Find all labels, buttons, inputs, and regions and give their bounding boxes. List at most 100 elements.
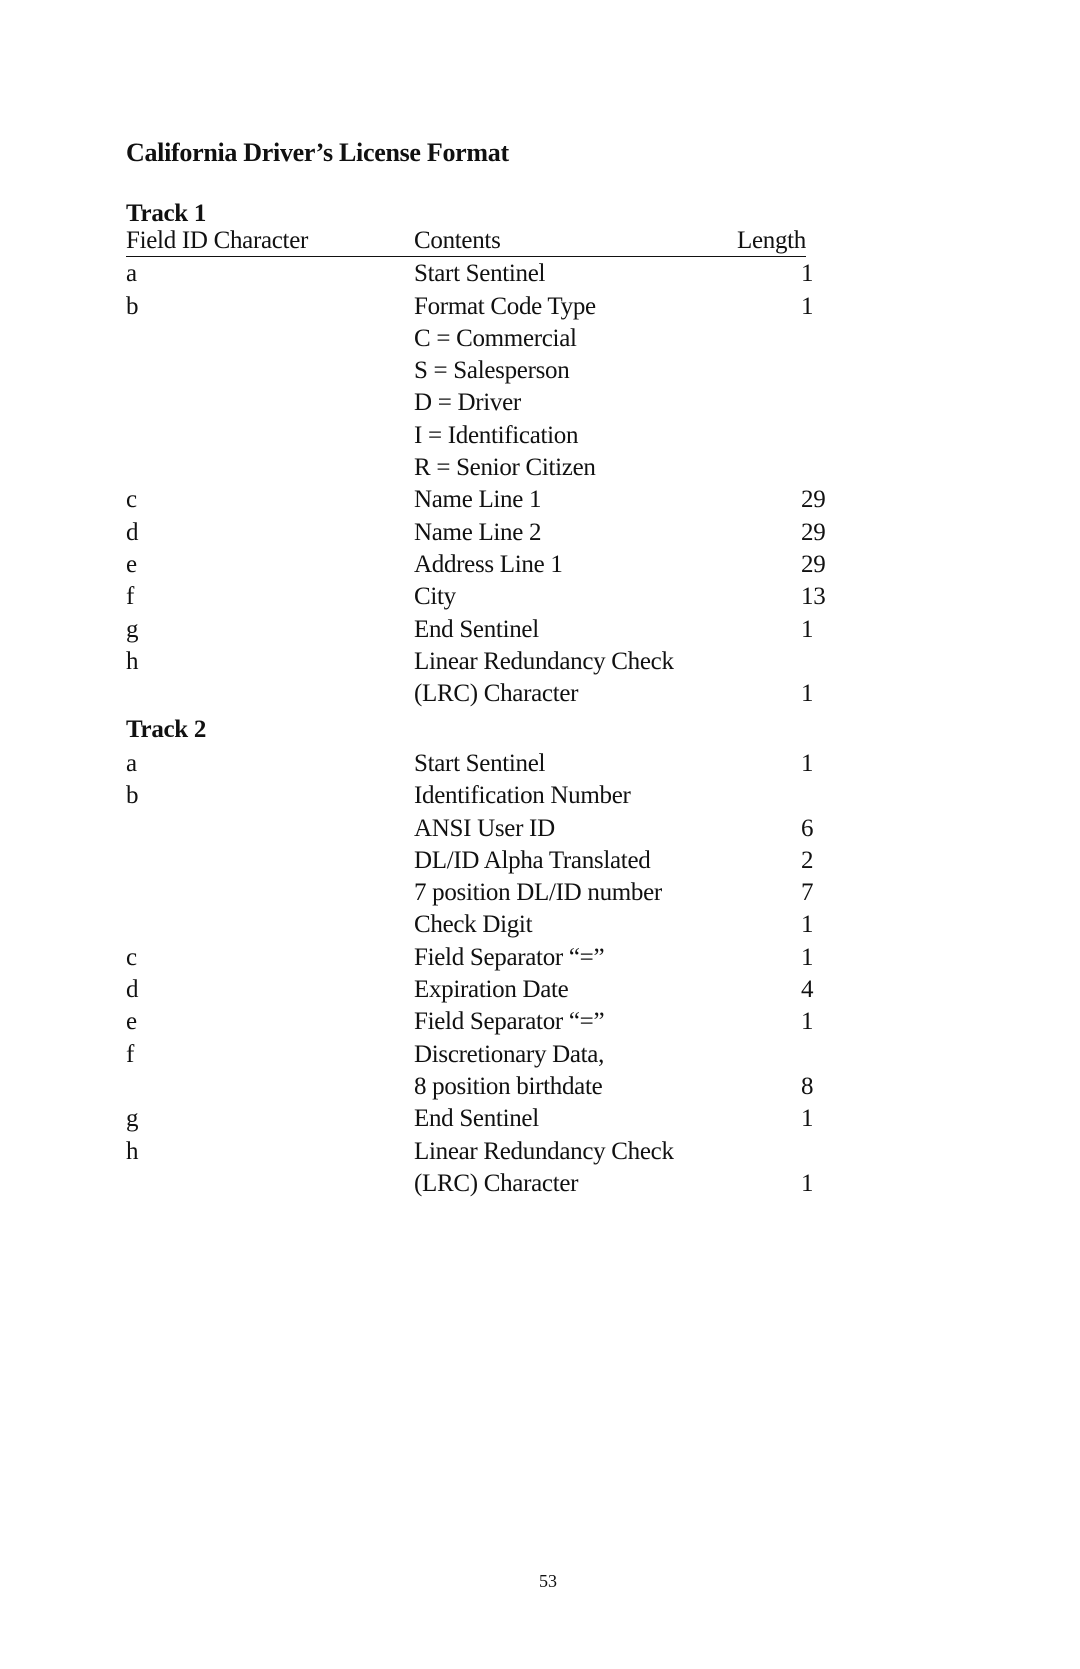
field-id-cell: c	[126, 486, 137, 514]
field-id-cell: f	[126, 1040, 135, 1068]
contents-cell: City	[414, 583, 456, 611]
contents-cell: Name Line 2	[414, 518, 542, 546]
column-header-field-id: Field ID Character	[126, 227, 309, 254]
contents-cell: Discretionary Data,	[414, 1040, 605, 1068]
field-id-cell: d	[126, 976, 139, 1004]
contents-cell: DL/ID Alpha Translated	[414, 846, 651, 874]
contents-cell: Check Digit	[414, 911, 533, 939]
contents-cell: Name Line 1	[414, 486, 542, 514]
length-cell: 1	[801, 260, 814, 288]
table-row: h Linear Redundancy Check	[126, 1136, 806, 1168]
table-row: Check Digit 1	[126, 909, 814, 941]
length-cell: 29	[801, 518, 826, 546]
field-id-cell: f	[126, 583, 135, 611]
table-row: g End Sentinel 1	[126, 1103, 814, 1135]
column-header-contents: Contents	[414, 227, 501, 254]
table-row: c Name Line 1 29	[126, 484, 826, 516]
table-row: d Name Line 2 29	[126, 517, 826, 549]
page-title: California Driver’s License Format	[126, 138, 509, 167]
length-cell: 1	[801, 1105, 814, 1133]
length-cell: 1	[801, 1008, 814, 1036]
table-row: a Start Sentinel 1	[126, 748, 814, 780]
contents-cell: End Sentinel	[414, 1105, 539, 1133]
contents-cell: Start Sentinel	[414, 750, 546, 777]
page-number: 53	[539, 1571, 557, 1591]
field-id-cell: g	[126, 615, 139, 643]
contents-cell: Field Separator “=”	[414, 943, 605, 971]
table-row: 7 position DL/ID number 7	[126, 877, 814, 909]
field-id-cell: b	[126, 292, 139, 320]
field-id-cell: e	[126, 550, 137, 578]
length-cell: 29	[801, 486, 826, 514]
contents-cell: ANSI User ID	[414, 814, 555, 842]
field-id-cell: g	[126, 1105, 139, 1133]
table-row: S = Salesperson	[126, 355, 806, 387]
length-cell: 4	[801, 976, 814, 1004]
length-cell: 7	[801, 879, 814, 907]
contents-cell: C = Commercial	[414, 324, 577, 352]
contents-cell: Field Separator “=”	[414, 1008, 605, 1036]
column-header-length: Length	[736, 227, 806, 254]
length-cell: 29	[801, 550, 826, 578]
table-row: f City 13	[126, 581, 826, 613]
track2-heading: Track 2	[126, 716, 207, 743]
table-row: a Start Sentinel 1	[126, 258, 814, 290]
table-row: D = Driver	[126, 387, 806, 419]
table-row: b Format Code Type 1	[126, 291, 814, 323]
track1-rows: a Start Sentinel 1 b Format Code Type 1 C = Co…	[126, 258, 826, 710]
field-id-cell: d	[126, 518, 139, 546]
contents-cell: Expiration Date	[414, 976, 569, 1004]
contents-cell: Format Code Type	[414, 292, 596, 320]
table-row: h Linear Redundancy Check	[126, 646, 806, 678]
table-row: f Discretionary Data,	[126, 1039, 806, 1071]
field-id-cell: h	[126, 1137, 139, 1165]
contents-cell: I = Identification	[414, 421, 579, 449]
length-cell: 6	[801, 814, 814, 842]
table-row: 8 position birthdate 8	[126, 1071, 814, 1103]
table-row: e Address Line 1 29	[126, 549, 826, 581]
table-row: (LRC) Character 1	[126, 1168, 814, 1200]
length-cell: 1	[801, 615, 814, 643]
length-cell: 1	[801, 911, 814, 939]
contents-cell: 7 position DL/ID number	[414, 879, 662, 907]
field-id-cell: h	[126, 647, 139, 675]
contents-cell: R = Senior Citizen	[414, 454, 596, 482]
track1-heading: Track 1	[126, 200, 207, 227]
contents-cell: Linear Redundancy Check	[414, 647, 674, 675]
length-cell: 1	[801, 943, 814, 971]
table-row: d Expiration Date 4	[126, 974, 814, 1006]
table-row: e Field Separator “=” 1	[126, 1006, 814, 1038]
table-row: (LRC) Character 1	[126, 678, 814, 710]
table-row: R = Senior Citizen	[126, 452, 806, 484]
table-row: b Identification Number	[126, 780, 806, 812]
length-cell: 1	[801, 750, 814, 777]
length-cell: 8	[801, 1072, 814, 1100]
contents-cell: S = Salesperson	[414, 357, 570, 385]
table-row: I = Identification	[126, 420, 806, 452]
contents-cell: Address Line 1	[414, 550, 563, 578]
contents-cell: Identification Number	[414, 782, 631, 810]
track2-table: a Start Sentinel 1 b Identification Number AN…	[126, 748, 814, 1200]
length-cell: 13	[801, 583, 826, 611]
field-id-cell: c	[126, 943, 137, 971]
table-row: g End Sentinel 1	[126, 614, 814, 646]
length-cell: 1	[801, 680, 814, 708]
track1-table: Field ID Character Contents Length a Star…	[126, 225, 826, 710]
table-row: ANSI User ID 6	[126, 813, 814, 845]
contents-cell: Start Sentinel	[414, 260, 546, 288]
field-id-cell: b	[126, 782, 139, 810]
contents-cell: 8 position birthdate	[414, 1072, 603, 1100]
table-row: DL/ID Alpha Translated 2	[126, 845, 814, 877]
length-cell: 1	[801, 292, 814, 320]
contents-cell: (LRC) Character	[414, 680, 579, 708]
length-cell: 2	[801, 846, 814, 874]
field-id-cell: e	[126, 1008, 137, 1036]
contents-cell: Linear Redundancy Check	[414, 1137, 674, 1165]
field-id-cell: a	[126, 260, 137, 288]
length-cell: 1	[801, 1169, 814, 1197]
contents-cell: End Sentinel	[414, 615, 539, 643]
track1-header-row: Field ID Character Contents Length	[126, 225, 806, 257]
field-id-cell: a	[126, 750, 137, 777]
contents-cell: D = Driver	[414, 389, 521, 417]
table-row: c Field Separator “=” 1	[126, 942, 814, 974]
